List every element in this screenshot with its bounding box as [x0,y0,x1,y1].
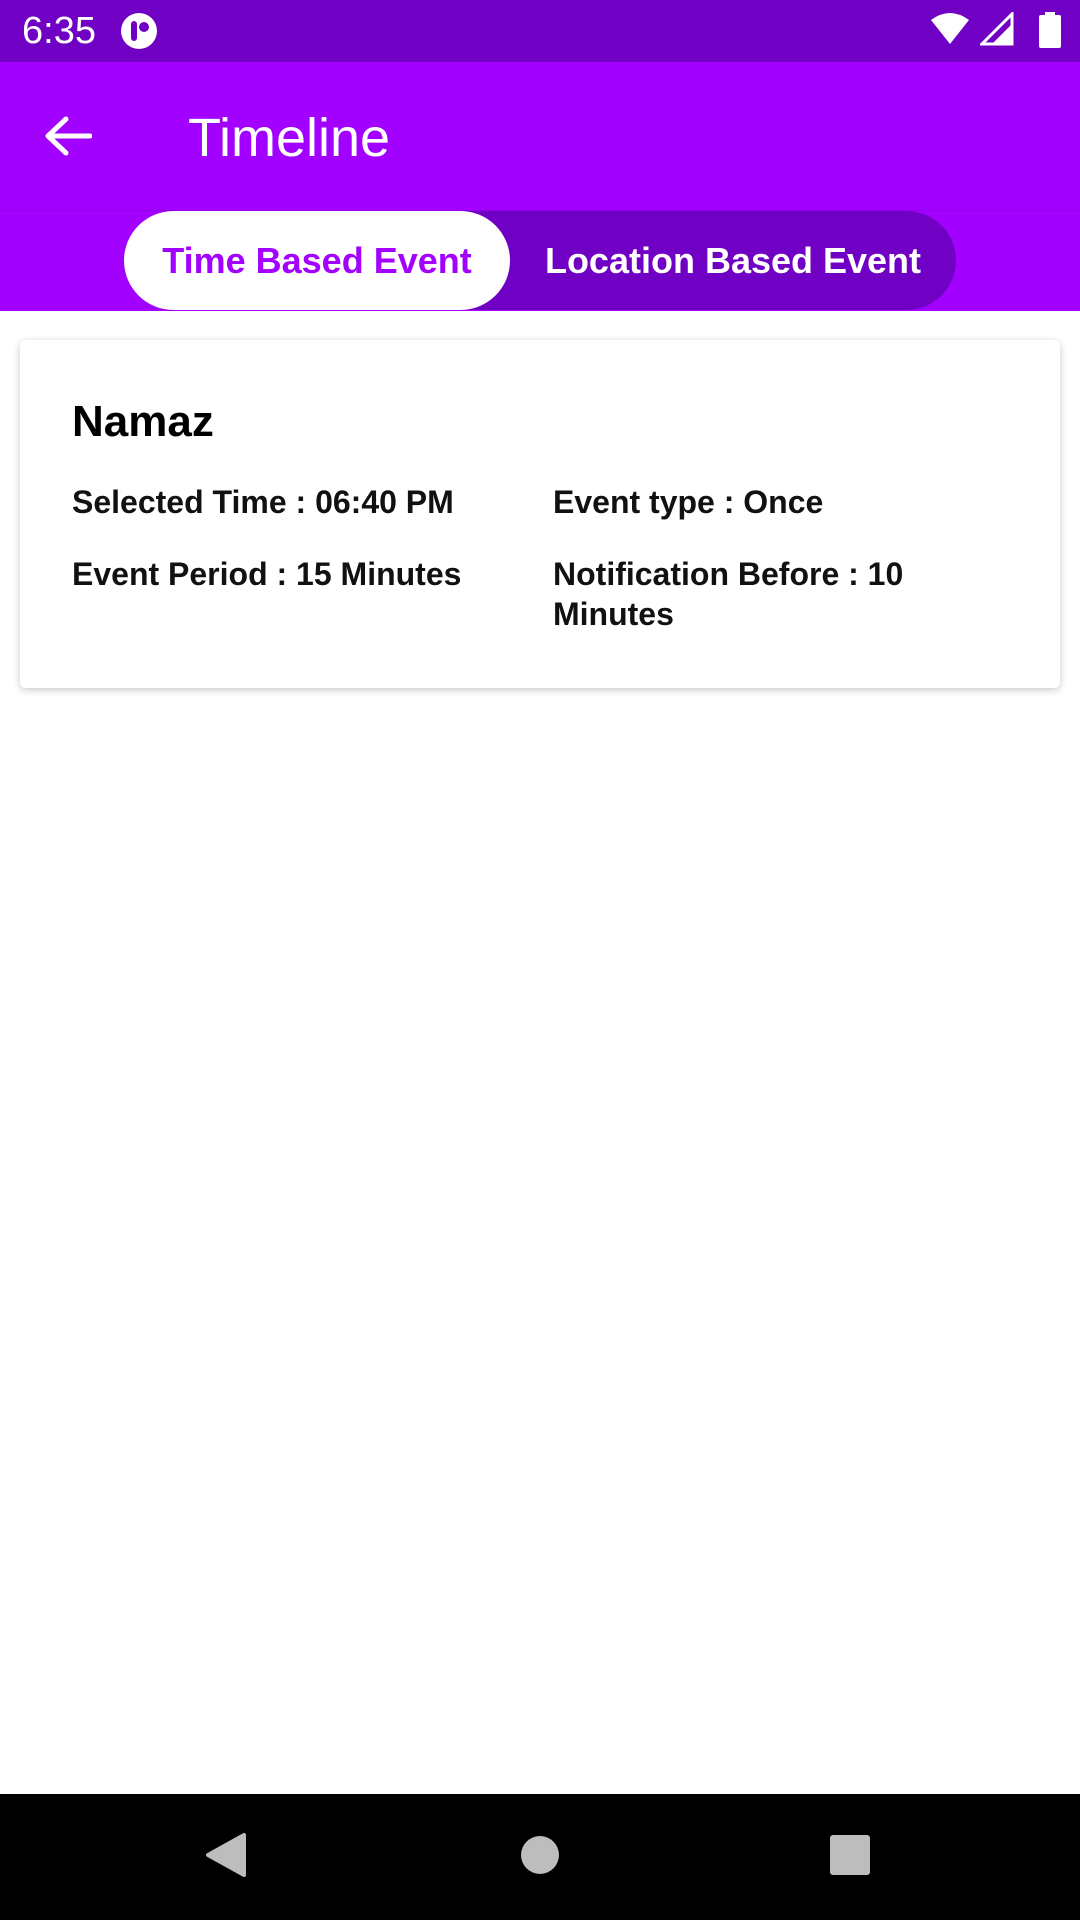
tab-time-based-event[interactable]: Time Based Event [124,211,510,310]
navigation-bar [0,1794,1080,1920]
nav-recents-icon [829,1834,871,1881]
tab-group: Time Based Event Location Based Event [124,211,956,310]
event-title: Namaz [72,397,214,446]
event-period-text: Event Period : 15 Minutes [72,556,462,592]
app-bar: Timeline [0,62,1080,210]
tab-bar: Time Based Event Location Based Event [0,210,1080,311]
event-card[interactable]: Namaz Selected Time : 06:40 PM Event typ… [20,340,1060,688]
app-notification-icon [120,12,158,50]
event-type-text: Event type : Once [553,484,824,520]
selected-time-text: Selected Time : 06:40 PM [72,484,454,520]
back-button[interactable] [36,106,100,170]
nav-back-icon [204,1831,248,1884]
status-bar: 6:35 [0,0,1080,62]
tab-location-based-event[interactable]: Location Based Event [510,211,956,310]
status-time: 6:35 [22,10,96,52]
nav-home-button[interactable] [508,1825,572,1889]
nav-home-icon [519,1834,561,1881]
nav-recents-button[interactable] [818,1825,882,1889]
notification-before-text: Notification Before : 10 Minutes [553,556,904,632]
arrow-left-icon [44,115,93,162]
nav-back-button[interactable] [194,1825,258,1889]
page-title: Timeline [188,108,391,168]
